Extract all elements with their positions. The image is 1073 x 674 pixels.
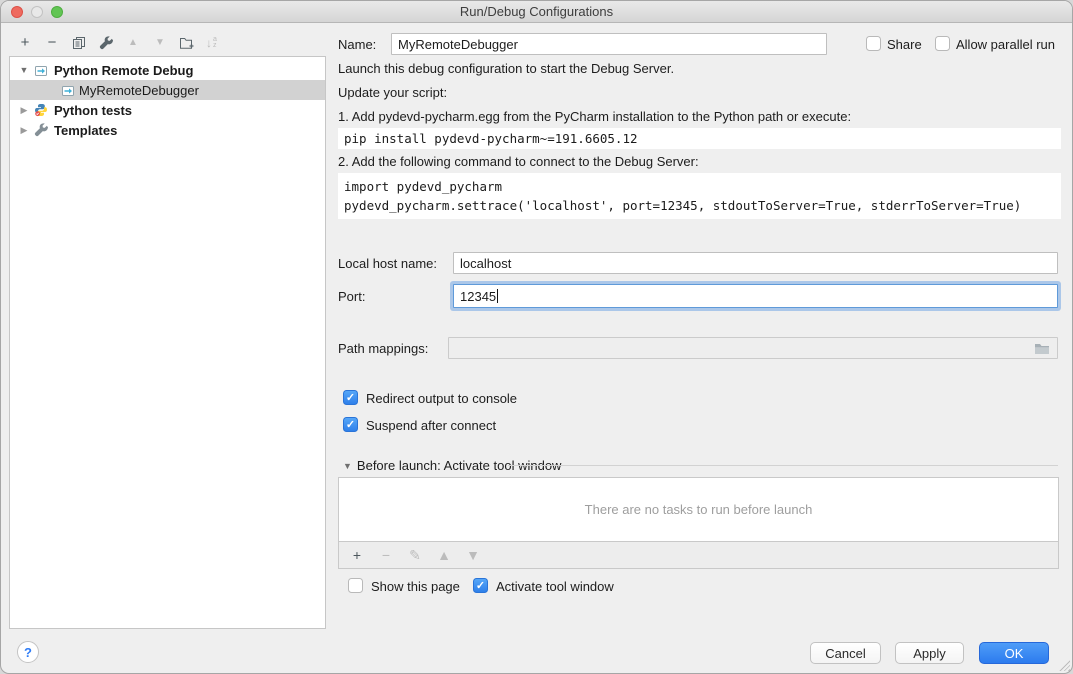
close-window-button[interactable] [11,6,23,18]
zoom-window-button[interactable] [51,6,63,18]
configurations-tree: ▼ Python Remote Debug MyRemoteDebugger [9,56,326,629]
empty-task-list-text: There are no tasks to run before launch [585,502,813,517]
allow-parallel-run-checkbox[interactable]: ✓ [935,36,950,51]
tree-item-python-tests[interactable]: ▶ Python tests [10,100,325,120]
tree-item-label: Python Remote Debug [54,63,193,78]
local-host-name-input[interactable]: localhost [453,252,1058,274]
tree-item-label: Python tests [54,103,132,118]
path-mappings-input[interactable] [448,337,1058,359]
remove-configuration-icon[interactable]: − [44,35,60,51]
edit-task-icon: ✎ [407,547,423,563]
redirect-output-checkbox[interactable]: ✓ [343,390,358,405]
move-task-down-icon: ▼ [465,547,481,563]
description-line-1: Launch this debug configuration to start… [338,61,674,76]
tree-item-python-remote-debug[interactable]: ▼ Python Remote Debug [10,60,325,80]
show-this-page-label[interactable]: Show this page [371,579,460,594]
step-1-text: 1. Add pydevd-pycharm.egg from the PyCha… [338,109,851,124]
local-host-name-label: Local host name: [338,256,437,271]
port-input[interactable]: 12345 [453,284,1058,308]
port-label: Port: [338,289,365,304]
step-2-text: 2. Add the following command to connect … [338,154,699,169]
tree-item-label: MyRemoteDebugger [79,83,199,98]
suspend-after-connect-checkbox[interactable]: ✓ [343,417,358,432]
path-mappings-label: Path mappings: [338,341,428,356]
add-task-icon[interactable]: + [349,547,365,563]
activate-tool-window-label[interactable]: Activate tool window [496,579,614,594]
name-label: Name: [338,37,376,52]
remote-debug-config-icon [61,83,77,97]
cancel-button[interactable]: Cancel [810,642,881,664]
remote-debug-config-icon [34,63,50,77]
description-line-2: Update your script: [338,85,447,100]
before-launch-task-list[interactable]: There are no tasks to run before launch [338,477,1059,542]
minimize-window-button [31,6,43,18]
text-caret [497,289,498,303]
sort-configurations-icon: ↓ az [206,36,217,50]
add-configuration-icon[interactable]: + [17,35,33,51]
tree-item-myremotedebugger[interactable]: MyRemoteDebugger [10,80,325,100]
show-this-page-checkbox[interactable]: ✓ [348,578,363,593]
move-down-icon: ▼ [152,35,168,51]
redirect-output-label[interactable]: Redirect output to console [366,391,517,406]
run-debug-configurations-dialog: Run/Debug Configurations + − ▲ ▼ ↓ az [0,0,1073,674]
collapse-section-icon[interactable]: ▼ [343,461,352,471]
move-task-up-icon: ▲ [436,547,452,563]
resize-grip[interactable] [1059,660,1070,671]
templates-wrench-icon [34,123,50,137]
activate-tool-window-checkbox[interactable]: ✓ [473,578,488,593]
move-up-icon: ▲ [125,35,141,51]
edit-templates-icon[interactable] [98,35,114,51]
browse-folder-icon[interactable] [1034,342,1050,358]
tree-item-label: Templates [54,123,117,138]
before-launch-toolbar: + − ✎ ▲ ▼ [338,541,1059,569]
help-button[interactable]: ? [17,641,39,663]
ok-button[interactable]: OK [979,642,1049,664]
expander-right-icon[interactable]: ▶ [18,125,30,136]
tree-item-templates[interactable]: ▶ Templates [10,120,325,140]
apply-button[interactable]: Apply [895,642,964,664]
titlebar[interactable]: Run/Debug Configurations [1,1,1072,23]
expander-right-icon[interactable]: ▶ [18,105,30,116]
suspend-after-connect-label[interactable]: Suspend after connect [366,418,496,433]
remove-task-icon: − [378,547,394,563]
pip-install-code-block: pip install pydevd-pycharm~=191.6605.12 [338,128,1061,149]
configurations-toolbar: + − ▲ ▼ ↓ az [17,33,217,53]
expander-down-icon[interactable]: ▼ [18,65,30,75]
name-input[interactable]: MyRemoteDebugger [391,33,827,55]
allow-parallel-run-label[interactable]: Allow parallel run [956,37,1055,52]
share-label[interactable]: Share [887,37,922,52]
copy-configuration-icon[interactable] [71,35,87,51]
section-divider [508,465,1058,466]
settrace-code-block: import pydevd_pycharm pydevd_pycharm.set… [338,173,1061,219]
traffic-lights [11,6,63,18]
new-folder-icon[interactable] [179,35,195,51]
window-title: Run/Debug Configurations [460,4,613,19]
python-tests-icon [34,103,50,117]
share-checkbox[interactable]: ✓ [866,36,881,51]
